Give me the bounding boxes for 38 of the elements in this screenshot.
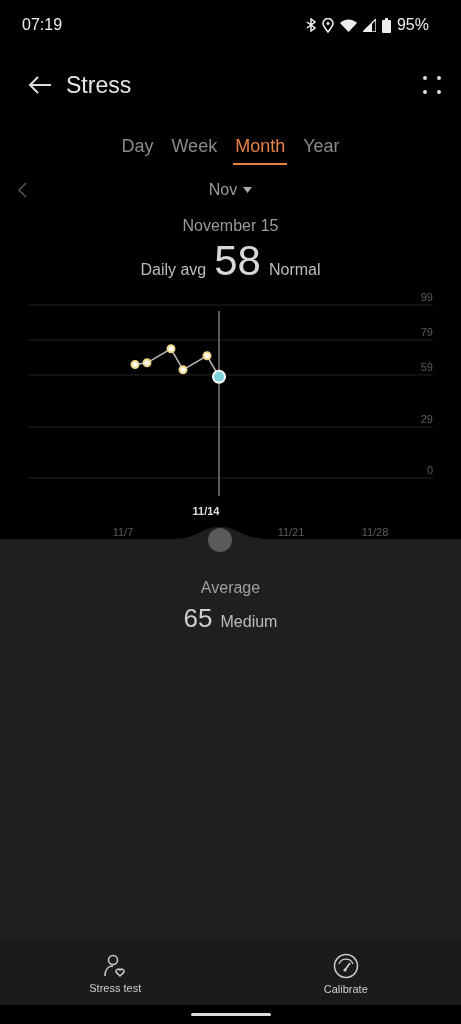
x-axis-label: 11/21	[277, 526, 305, 538]
status-time: 07:19	[22, 16, 63, 34]
selected-date-label: 11/14	[192, 505, 220, 517]
x-axis-label: 11/7	[112, 526, 134, 538]
average-level-label: Medium	[220, 613, 278, 631]
month-dropdown[interactable]: Nov	[202, 180, 259, 200]
calibrate-button[interactable]: Calibrate	[230, 943, 461, 1005]
period-tab[interactable]: Month	[233, 128, 288, 165]
signal-icon	[362, 18, 376, 32]
bluetooth-icon	[305, 18, 316, 32]
y-axis-label: 99	[420, 291, 433, 303]
selected-date: November 15	[181, 217, 280, 235]
gauge-icon	[332, 953, 359, 979]
battery-percentage: 95%	[396, 16, 429, 34]
stress-test-button[interactable]: Stress test	[0, 943, 231, 1005]
y-axis-label: 29	[420, 413, 433, 425]
dropdown-caret-icon	[243, 187, 253, 193]
period-tab[interactable]: Year	[301, 128, 342, 165]
battery-icon	[381, 17, 391, 33]
average-label: Average	[200, 579, 261, 597]
average-value: 65	[183, 603, 213, 634]
y-axis-label: 0	[426, 464, 433, 476]
location-icon	[321, 17, 334, 33]
home-indicator[interactable]	[190, 1013, 271, 1016]
more-options-icon[interactable]	[423, 76, 441, 94]
y-axis-label: 59	[420, 361, 433, 373]
daily-avg-label: Daily avg	[140, 261, 207, 279]
x-axis-label: 11/28	[361, 526, 389, 538]
wifi-icon	[339, 18, 357, 32]
page-title: Stress	[66, 71, 133, 99]
period-tab[interactable]: Week	[169, 128, 220, 165]
selected-data-point[interactable]	[212, 369, 226, 384]
daily-avg-value: 58	[214, 237, 261, 285]
period-tab[interactable]: Day	[119, 128, 156, 165]
y-axis-label: 79	[420, 326, 433, 338]
person-heart-icon	[103, 954, 128, 978]
back-arrow-icon[interactable]	[28, 76, 52, 94]
stress-level-label: Normal	[269, 261, 321, 279]
